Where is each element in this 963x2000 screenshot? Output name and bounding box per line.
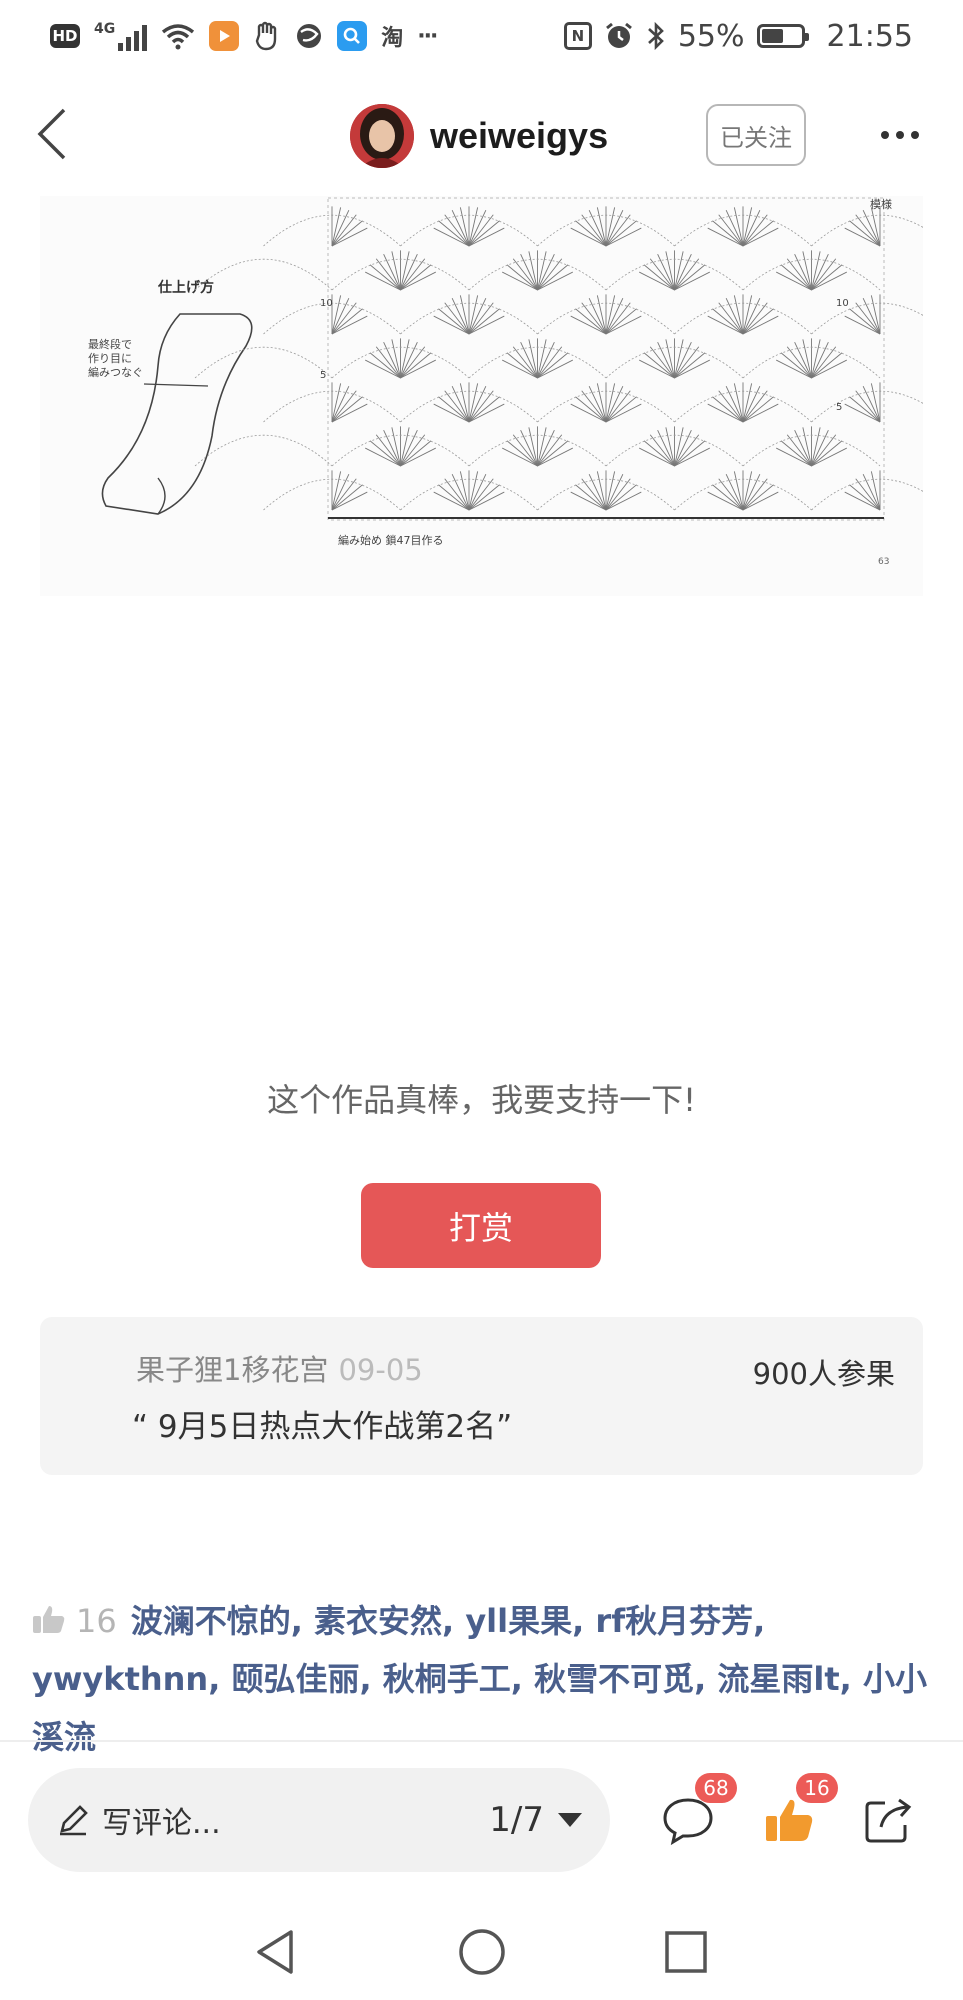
svg-text:10: 10 — [836, 298, 849, 309]
contest-card[interactable]: 果子狸1移花宫 09-05 “ 9月5日热点大作战第2名” 900人参果 — [40, 1317, 923, 1475]
author-info[interactable]: weiweigys — [350, 102, 608, 170]
comment-input[interactable]: 写评论... 1/7 — [28, 1768, 610, 1872]
thumbs-up-icon — [766, 1799, 813, 1841]
status-right-icons: N 55% 21:55 — [563, 18, 913, 54]
svg-text:編みつなぐ: 編みつなぐ — [88, 365, 143, 379]
wifi-icon — [162, 24, 195, 50]
system-nav-bar — [0, 1900, 963, 2000]
nav-home-icon — [459, 1929, 505, 1975]
clock: 21:55 — [826, 18, 913, 54]
bluetooth-icon — [647, 21, 664, 51]
reward-button[interactable]: 打赏 — [361, 1183, 601, 1268]
more-button[interactable] — [870, 110, 930, 160]
follow-button[interactable]: 已关注 — [706, 104, 806, 166]
share-icon — [865, 1798, 912, 1843]
svg-text:編み始め 鎖47目作る: 編み始め 鎖47目作る — [338, 533, 444, 547]
nfc-icon: N — [563, 22, 592, 50]
more-dots-icon — [881, 131, 919, 139]
signal-icon: 4G — [94, 21, 148, 51]
svg-text:10: 10 — [320, 298, 333, 309]
contest-date: 09-05 — [338, 1353, 423, 1387]
share-button[interactable] — [856, 1787, 922, 1853]
hd-icon: HD — [50, 24, 80, 48]
back-button[interactable] — [22, 102, 82, 166]
svg-text:最終段で: 最終段で — [88, 337, 132, 351]
alarm-icon — [605, 22, 632, 48]
pencil-icon — [60, 1805, 88, 1836]
liker-names[interactable]: 波澜不惊的, 素衣安然, yll果果, rf秋月芬芳, ywykthnn, 颐弘… — [32, 1602, 927, 1756]
crochet-chart-drawing: 仕上げ方 最終段で 作り目に 編みつなぐ 編み始め 鎖47目作る 模様 10 5… — [40, 196, 949, 596]
battery-percent: 55% — [677, 18, 745, 54]
page-indicator[interactable]: 1/7 — [489, 1800, 544, 1840]
reward-prompt: 这个作品真棒，我要支持一下! — [267, 1081, 696, 1119]
contest-quote: “ 9月5日热点大作战第2名” — [132, 1409, 513, 1445]
search-app-icon — [337, 21, 368, 51]
comment-placeholder: 写评论... — [102, 1806, 221, 1841]
post-header: weiweigys 已关注 — [0, 80, 963, 190]
status-bar: HD 4G 淘 ··· N 55% 21:55 — [0, 0, 963, 72]
browser-icon — [297, 24, 322, 48]
nav-recents-icon — [665, 1931, 707, 1973]
hand-icon — [255, 21, 277, 51]
author-name[interactable]: weiweigys — [430, 115, 608, 157]
avatar[interactable] — [350, 104, 414, 168]
like-count-badge: 16 — [796, 1773, 838, 1803]
comment-button[interactable]: 68 — [655, 1773, 737, 1853]
contest-participants: 900人参果 — [752, 1357, 895, 1391]
likes-count: 16 — [76, 1602, 117, 1640]
bottom-divider — [0, 1740, 963, 1742]
thumbs-up-small-icon — [33, 1606, 65, 1633]
battery-icon — [756, 24, 809, 48]
video-app-icon — [209, 21, 240, 51]
nav-back-button[interactable] — [246, 1924, 306, 1980]
svg-text:63: 63 — [878, 557, 889, 567]
comment-count-badge: 68 — [695, 1773, 737, 1803]
svg-text:作り目に: 作り目に — [88, 352, 132, 365]
contest-meta: 果子狸1移花宫 09-05 — [136, 1347, 423, 1389]
contest-source: 果子狸1移花宫 — [136, 1353, 329, 1387]
taobao-icon: 淘 — [381, 26, 404, 51]
nav-recents-button[interactable] — [656, 1924, 716, 1980]
like-button[interactable]: 16 — [756, 1773, 838, 1853]
network-type-label: 4G — [94, 21, 116, 37]
chevron-down-icon[interactable] — [558, 1813, 582, 1827]
nav-back-icon — [257, 1930, 293, 1974]
svg-text:模様: 模様 — [870, 197, 892, 211]
svg-text:5: 5 — [320, 370, 326, 381]
status-left-icons: HD 4G 淘 ··· — [50, 20, 438, 52]
svg-text:5: 5 — [836, 402, 842, 413]
crochet-pattern-image[interactable]: 仕上げ方 最終段で 作り目に 編みつなぐ 編み始め 鎖47目作る 模様 10 5… — [40, 196, 949, 596]
back-arrow-icon — [37, 108, 66, 160]
more-notifications-icon: ··· — [417, 23, 438, 49]
nav-home-button[interactable] — [452, 1924, 512, 1980]
